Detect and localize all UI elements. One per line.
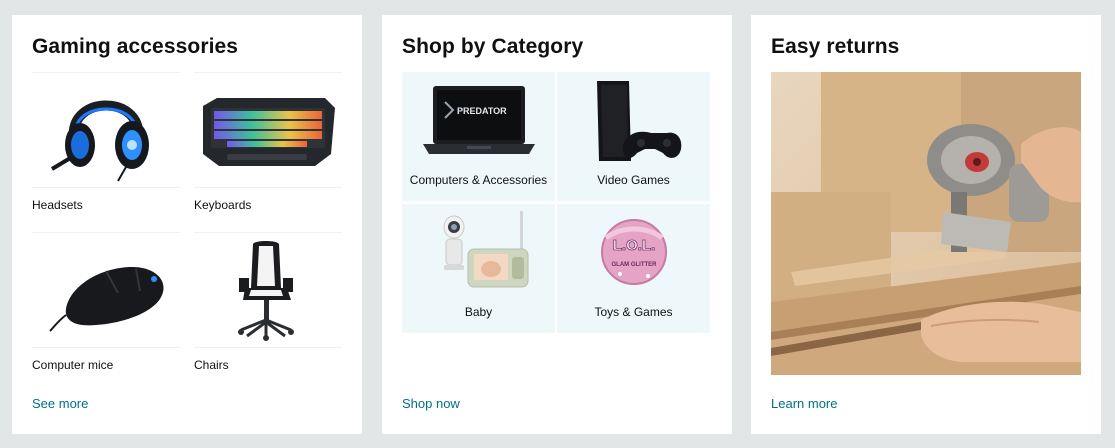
learn-more-link[interactable]: Learn more (771, 396, 837, 411)
baby-monitor-icon (402, 204, 555, 300)
shop-now-link[interactable]: Shop now (402, 396, 460, 411)
category-tile-video-games[interactable]: Video Games (557, 72, 710, 201)
category-label[interactable]: Toys & Games (557, 305, 710, 319)
easy-returns-card: Easy returns Learn more (751, 15, 1101, 434)
category-label[interactable]: Computers & Accessories (402, 173, 555, 187)
category-label[interactable]: Baby (402, 305, 555, 319)
toy-ball-icon: L.O.L. GLAM GLITTER (557, 204, 710, 300)
toy-ball-text: L.O.L. (612, 237, 655, 254)
category-label[interactable]: Video Games (557, 173, 710, 187)
console-icon (557, 72, 710, 168)
see-more-link[interactable]: See more (32, 396, 88, 411)
quad-label[interactable]: Headsets (32, 198, 83, 212)
quad-label[interactable]: Chairs (194, 358, 229, 372)
gaming-accessories-card: Gaming accessories Headsets Keyboards Co… (12, 15, 362, 434)
laptop-screen-text: PREDATOR (457, 106, 507, 116)
laptop-icon: PREDATOR (402, 72, 555, 168)
quad-label[interactable]: Keyboards (194, 198, 251, 212)
card-title: Gaming accessories (32, 35, 239, 58)
category-tile-baby[interactable]: Baby (402, 204, 555, 333)
card-title: Shop by Category (402, 35, 584, 58)
packing-tape-box-image[interactable] (771, 72, 1081, 375)
category-tile-computers[interactable]: PREDATOR Computers & Accessories (402, 72, 555, 201)
category-tile-toys-games[interactable]: L.O.L. GLAM GLITTER Toys & Games (557, 204, 710, 333)
gaming-chair-icon[interactable] (194, 232, 342, 348)
shop-by-category-card: Shop by Category PREDATOR Computers & Ac… (382, 15, 732, 434)
toy-ball-subtext: GLAM GLITTER (611, 262, 657, 268)
keyboard-icon[interactable] (194, 72, 342, 188)
mouse-icon[interactable] (32, 232, 180, 348)
card-title: Easy returns (771, 35, 900, 58)
headset-icon[interactable] (32, 72, 180, 188)
quad-label[interactable]: Computer mice (32, 358, 113, 372)
